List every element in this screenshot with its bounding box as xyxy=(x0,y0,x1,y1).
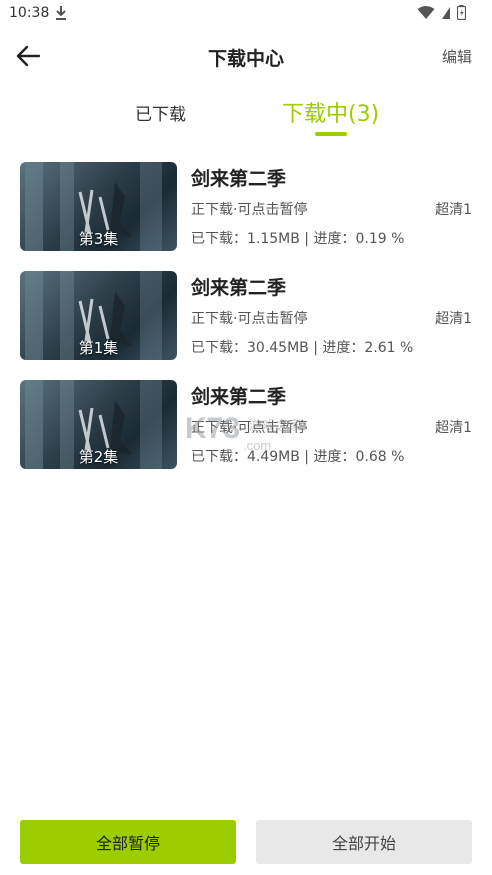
episode-thumbnail: 第2集 xyxy=(20,380,177,469)
episode-label: 第2集 xyxy=(78,448,119,466)
download-title: 剑来第二季 xyxy=(191,168,287,190)
download-item[interactable]: 第3集 剑来第二季 正下载·可点击暂停 超清1 已下载：1.15MB | 进度：… xyxy=(0,162,492,271)
download-item[interactable]: 第1集 剑来第二季 正下载·可点击暂停 超清1 已下载：30.45MB | 进度… xyxy=(0,271,492,380)
edit-button[interactable]: 编辑 xyxy=(442,46,472,67)
download-title: 剑来第二季 xyxy=(191,277,287,299)
quality-label: 超清1 xyxy=(435,420,472,436)
tab-bar: 已下载 下载中(3) xyxy=(0,92,492,142)
download-title: 剑来第二季 xyxy=(191,386,287,408)
active-tab-indicator xyxy=(315,132,347,136)
start-all-button[interactable]: 全部开始 xyxy=(256,820,472,864)
download-progress: 已下载：1.15MB | 进度：0.19 % xyxy=(191,231,405,247)
episode-thumbnail: 第1集 xyxy=(20,271,177,360)
download-status: 正下载·可点击暂停 xyxy=(191,202,308,218)
download-status: 正下载·可点击暂停 xyxy=(191,311,308,327)
download-notification-icon xyxy=(56,6,66,20)
svg-text:游戏之家: 游戏之家 xyxy=(249,418,301,434)
wifi-icon xyxy=(417,5,435,19)
svg-text:K73: K73 xyxy=(185,412,240,445)
page-title: 下载中心 xyxy=(207,48,284,70)
status-bar: 10:38 xyxy=(0,0,492,28)
pause-all-button[interactable]: 全部暂停 xyxy=(20,820,236,864)
status-time: 10:38 xyxy=(9,5,50,21)
tab-downloaded[interactable]: 已下载 xyxy=(135,100,186,125)
app-header: 下载中心 编辑 xyxy=(0,36,492,76)
tab-downloading[interactable]: 下载中(3) xyxy=(282,96,379,128)
signal-icon xyxy=(442,6,450,19)
episode-label: 第1集 xyxy=(78,339,119,357)
episode-label: 第3集 xyxy=(78,230,119,248)
svg-text:.com: .com xyxy=(243,438,271,453)
k73-watermark-logo: K73 游戏之家 .com xyxy=(185,412,301,453)
download-progress: 已下载：30.45MB | 进度：2.61 % xyxy=(191,340,414,356)
quality-label: 超清1 xyxy=(435,202,472,218)
status-icons xyxy=(417,5,466,20)
episode-thumbnail: 第3集 xyxy=(20,162,177,251)
bottom-action-bar: 全部暂停 全部开始 xyxy=(0,820,492,865)
battery-icon xyxy=(457,5,466,20)
quality-label: 超清1 xyxy=(435,311,472,327)
